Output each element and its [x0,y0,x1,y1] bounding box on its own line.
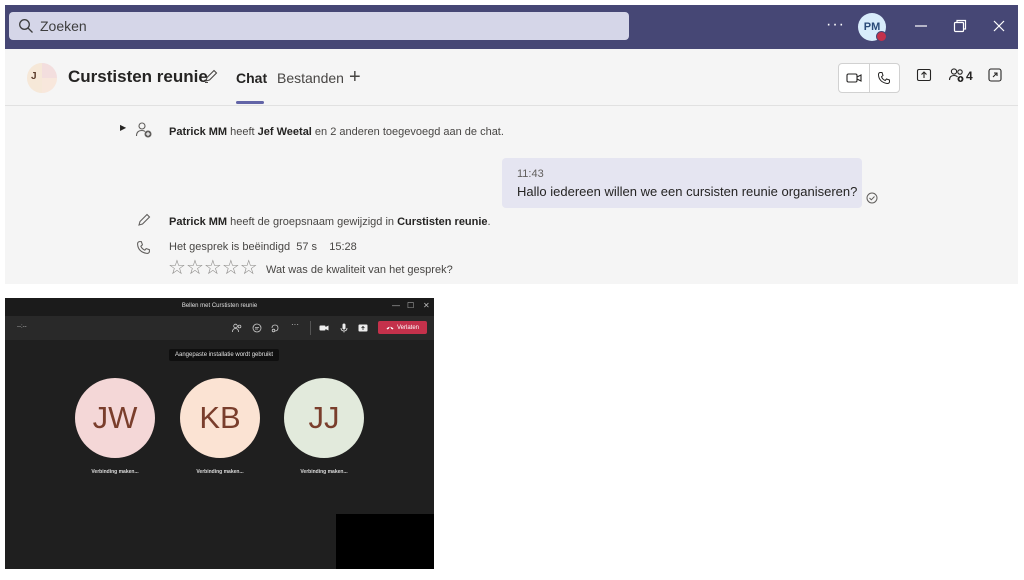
self-video-preview[interactable] [336,514,434,569]
participants-count: 4 [966,69,973,83]
participant-avatar-kb: KB [180,378,260,458]
call-rating-stars[interactable]: ☆ ☆ ☆ ☆ ☆ [168,258,258,278]
call-timer: --:-- [17,324,27,330]
participants-icon[interactable] [948,67,966,83]
more-actions-button[interactable]: ··· [291,320,299,329]
group-avatar: J [27,63,57,93]
star-icon[interactable]: ☆ [240,258,258,278]
call-window: Bellen met Curstisten reunie — ☐ ✕ --:--… [5,298,434,569]
reactions-icon[interactable] [270,323,280,333]
add-people-icon [135,122,152,138]
hang-up-icon [386,326,394,330]
participant-status: Verbinding maken... [196,469,244,475]
call-toolbar: --:-- ··· Verlaten [5,316,434,340]
participant-status: Verbinding maken... [91,469,139,475]
title-bar: Zoeken ··· PM [5,5,1018,49]
star-icon[interactable]: ☆ [168,258,186,278]
message-text: Hallo iedereen willen we een cursisten r… [517,184,858,199]
participant-avatar-jj: JJ [284,378,364,458]
read-receipt-icon [866,192,878,204]
participant-avatar-jw: JW [75,378,155,458]
setup-tooltip: Aangepaste installatie wordt gebruikt [169,349,280,361]
leave-label: Verlaten [396,324,420,331]
message-timestamp: 11:43 [517,168,544,180]
minimize-icon[interactable]: — [392,301,400,310]
active-tab-indicator [236,101,264,104]
tab-files[interactable]: Bestanden [277,70,344,86]
star-icon[interactable]: ☆ [222,258,240,278]
call-window-title: Bellen met Curstisten reunie [181,303,258,309]
phone-icon [878,72,891,85]
add-tab-button[interactable]: + [349,66,361,89]
chat-message-list[interactable]: ▶ Patrick MM heeft Jef Weetal en 2 ander… [5,106,1018,284]
call-buttons [838,63,900,93]
rating-question: Wat was de kwaliteit van het gesprek? [266,264,453,276]
search-input[interactable]: Zoeken [9,12,629,40]
audio-call-button[interactable] [868,64,900,92]
search-placeholder: Zoeken [40,18,87,34]
leave-call-button[interactable]: Verlaten [378,321,427,334]
chat-icon[interactable] [252,323,262,333]
close-icon[interactable]: ✕ [423,301,430,310]
chat-title: Curstisten reunie [68,67,208,86]
pop-out-icon[interactable] [987,67,1003,83]
microphone-icon[interactable] [339,323,349,333]
edit-name-icon[interactable] [203,68,219,84]
maximize-icon[interactable]: ☐ [407,301,414,310]
toolbar-divider [310,321,311,335]
call-ended-message: Het gesprek is beëindigd 57 s 15:28 [169,241,357,253]
call-duration: 57 s [296,241,317,253]
chat-header: J Curstisten reunie Chat Bestanden + 4 [5,49,1018,106]
close-button[interactable] [990,17,1008,35]
profile-avatar[interactable]: PM [858,13,887,42]
call-window-titlebar: Bellen met Curstisten reunie — ☐ ✕ [5,298,434,316]
participant-status: Verbinding maken... [300,469,348,475]
restore-icon [953,19,967,33]
expand-caret-icon[interactable]: ▶ [120,123,126,132]
presence-status-icon [876,31,887,42]
minimize-button[interactable] [912,17,930,35]
pencil-icon [138,213,151,226]
close-icon [993,20,1005,32]
phone-icon [137,241,150,254]
share-icon[interactable] [358,323,368,333]
share-screen-icon[interactable] [916,67,932,83]
video-camera-icon [846,73,862,83]
restore-button[interactable] [951,17,969,35]
star-icon[interactable]: ☆ [186,258,204,278]
star-icon[interactable]: ☆ [204,258,222,278]
camera-icon[interactable] [319,323,329,333]
system-message-added: Patrick MM heeft Jef Weetal en 2 anderen… [169,126,504,138]
system-message-renamed: Patrick MM heeft de groepsnaam gewijzigd… [169,216,491,228]
participants-icon[interactable] [232,323,242,333]
minimize-icon [915,25,927,27]
tab-chat[interactable]: Chat [236,70,267,86]
video-call-button[interactable] [839,64,869,92]
search-icon [19,19,33,33]
more-options-button[interactable]: ··· [826,16,845,34]
call-end-time: 15:28 [329,241,357,253]
chat-message-bubble[interactable]: 11:43 Hallo iedereen willen we een cursi… [502,158,862,208]
